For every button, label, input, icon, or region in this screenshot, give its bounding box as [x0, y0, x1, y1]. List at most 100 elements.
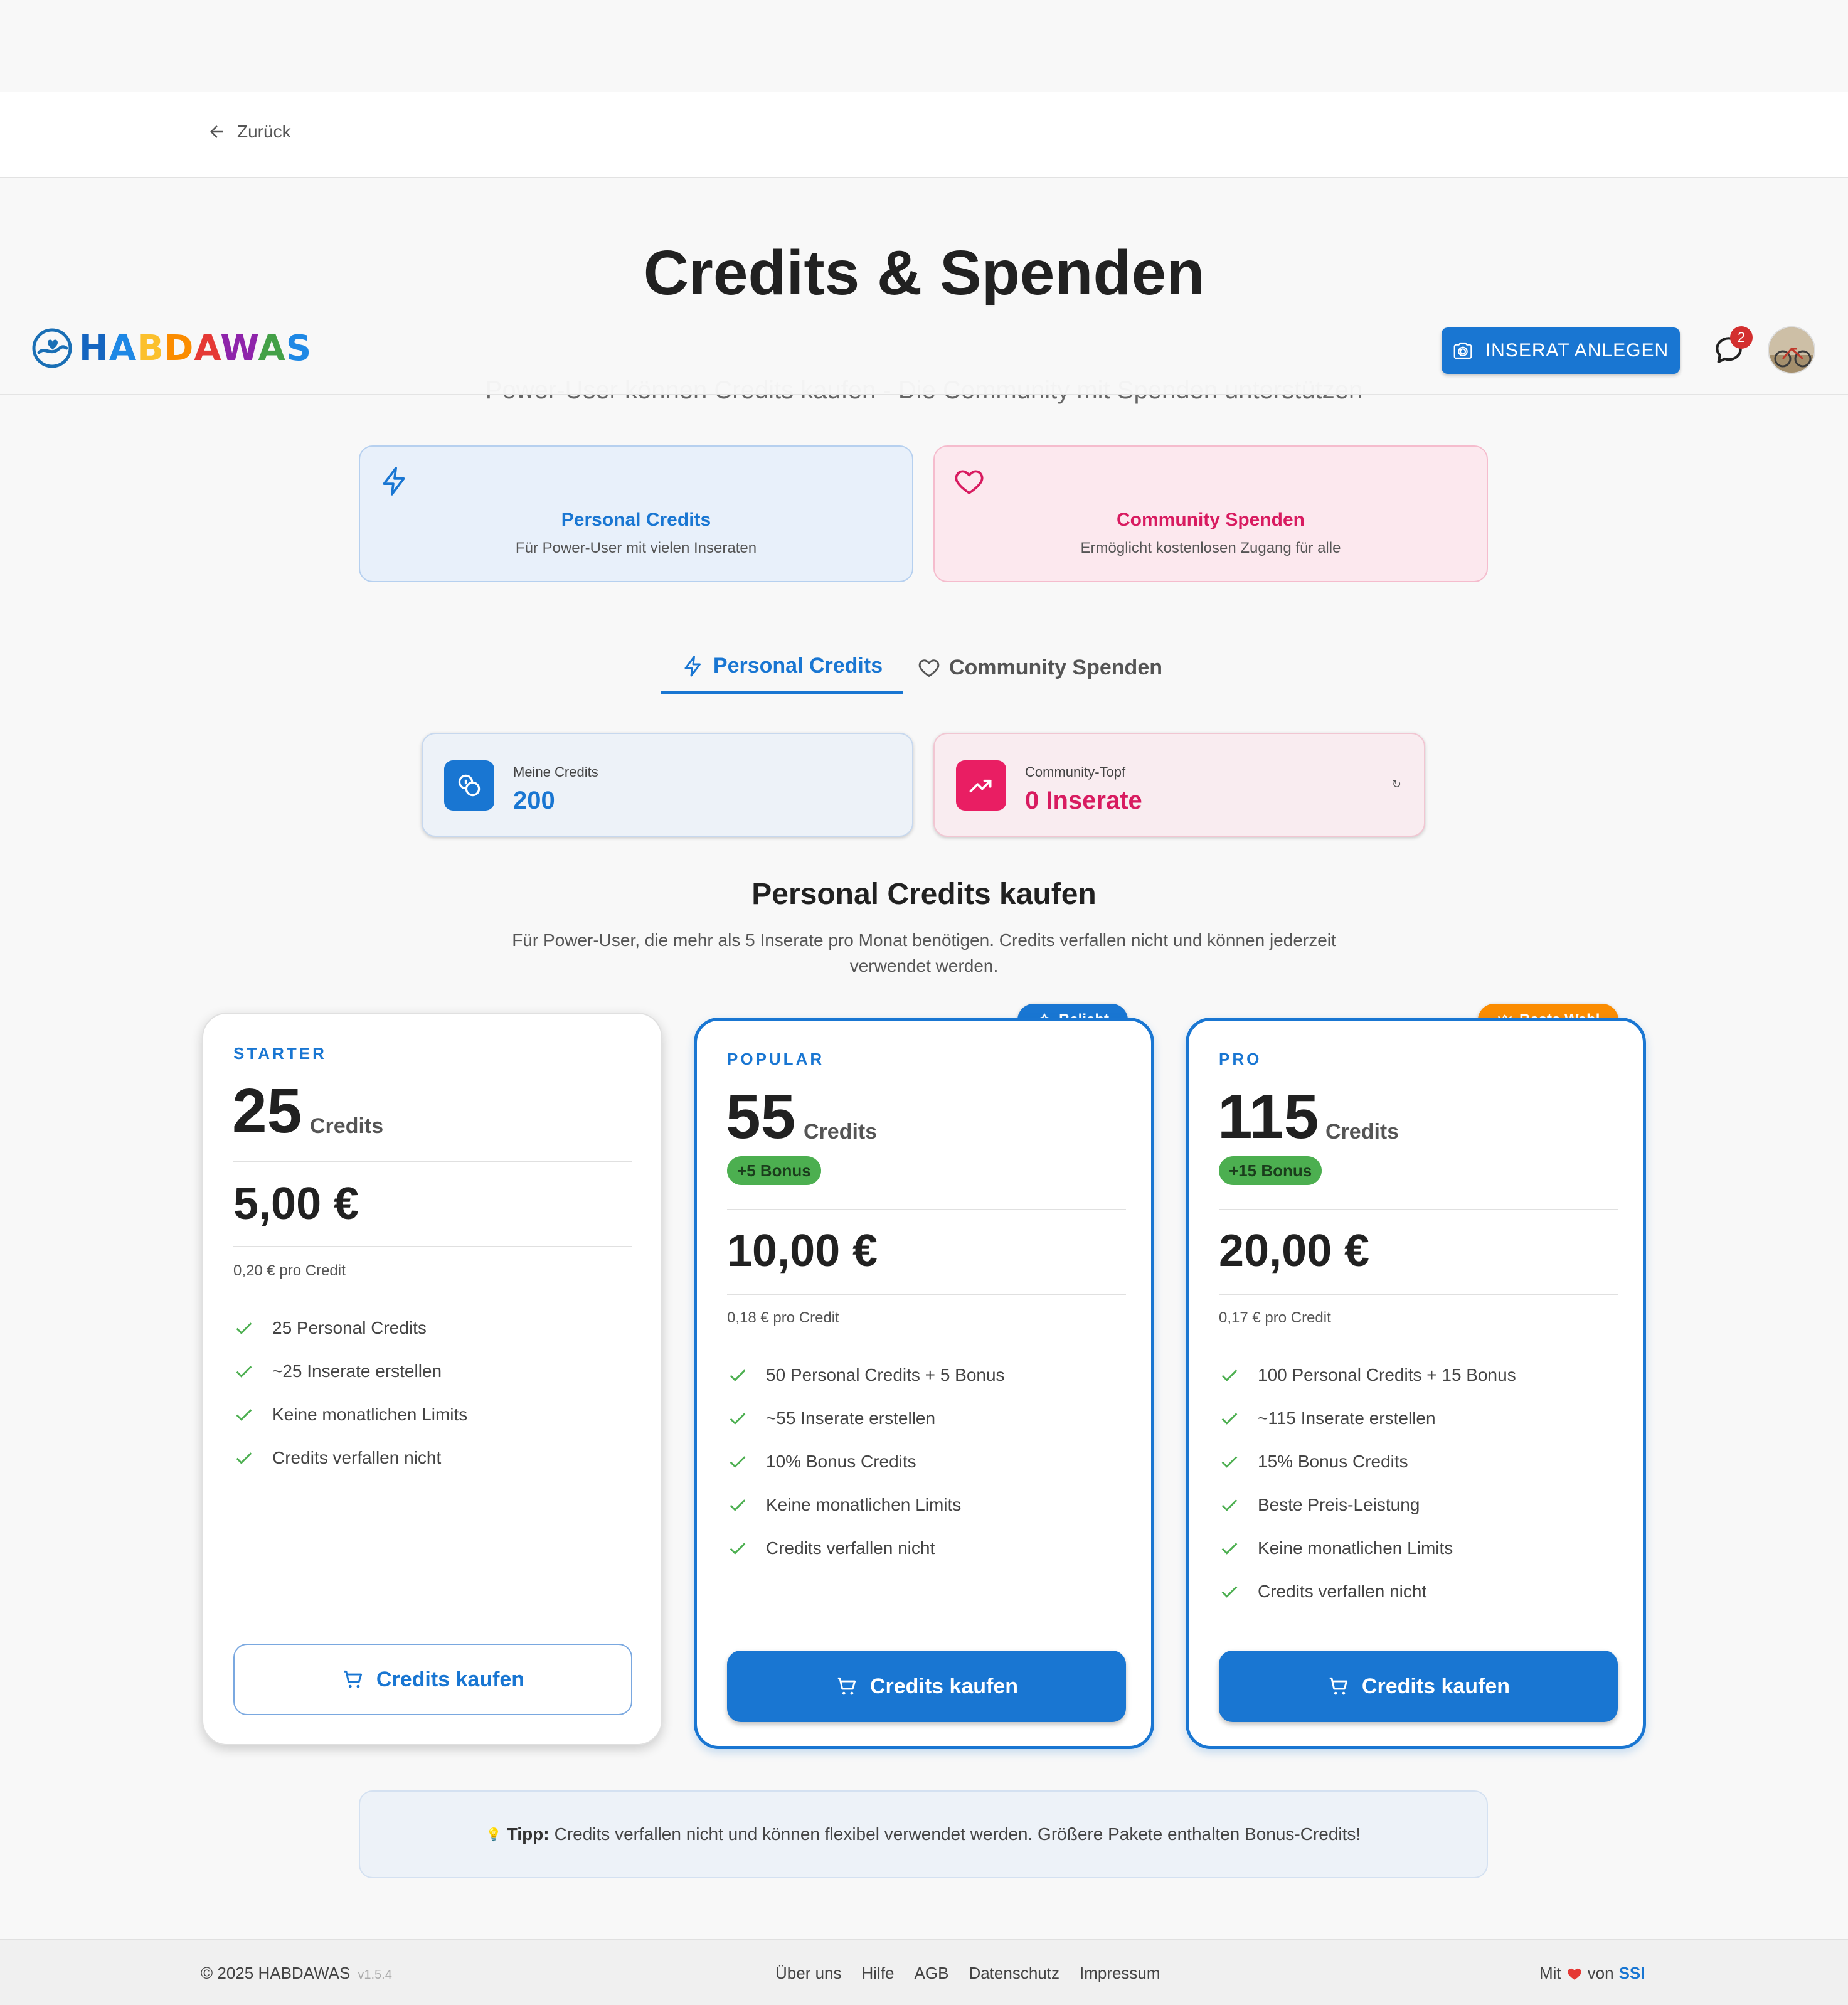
footer-link-about[interactable]: Über uns [775, 1964, 842, 1983]
buy-credits-button[interactable]: Credits kaufen [233, 1644, 632, 1715]
tab-label: Personal Credits [713, 654, 883, 678]
plan-tier: PRO [1219, 1050, 1262, 1068]
plan-features: 25 Personal Credits ~25 Inserate erstell… [233, 1306, 467, 1479]
coins-icon [444, 760, 494, 811]
tab-label: Community Spenden [948, 655, 1163, 679]
feature-item: 100 Personal Credits + 15 Bonus [1219, 1353, 1516, 1396]
bonus-badge: +5 Bonus [727, 1156, 821, 1185]
plan-features: 50 Personal Credits + 5 Bonus ~55 Insera… [727, 1353, 1005, 1570]
feature-item: 50 Personal Credits + 5 Bonus [727, 1353, 1005, 1396]
footer-link-help[interactable]: Hilfe [862, 1964, 895, 1983]
check-icon [1221, 1455, 1238, 1468]
section-description: Für Power-User, die mehr als 5 Inserate … [512, 930, 1336, 976]
back-label: Zurück [237, 122, 291, 141]
tab-community-donations[interactable]: Community Spenden [908, 641, 1172, 694]
check-icon [730, 1542, 746, 1555]
plan-card-starter: STARTER 25 Credits 5,00 € 0,20 € pro Cre… [202, 1013, 662, 1745]
footer-link-terms[interactable]: AGB [915, 1964, 949, 1983]
buy-credits-button[interactable]: Credits kaufen [727, 1651, 1126, 1722]
my-credits-card: Meine Credits 200 [422, 733, 913, 837]
avatar[interactable] [1768, 326, 1815, 374]
tab-personal-credits[interactable]: Personal Credits [661, 641, 903, 694]
plan-tier: POPULAR [727, 1050, 825, 1068]
plan-price: 5,00 € [233, 1179, 359, 1229]
create-listing-button[interactable]: INSERAT ANLEGEN [1442, 327, 1680, 374]
feature-item: Keine monatlichen Limits [1219, 1526, 1516, 1570]
community-donations-card[interactable]: Community Spenden Ermöglicht kostenlosen… [933, 445, 1488, 582]
personal-credits-card[interactable]: Personal Credits Für Power-User mit viel… [359, 445, 913, 582]
logo-hand-heart-icon [32, 328, 72, 368]
plan-card-pro: PRO 115 Credits +15 Bonus 20,00 € 0,17 €… [1186, 1018, 1646, 1749]
logo-text: HABDAWAS [79, 327, 312, 369]
back-link[interactable]: Zurück [207, 122, 291, 142]
bolt-icon [684, 656, 701, 676]
bolt-icon [383, 467, 405, 496]
create-listing-label: INSERAT ANLEGEN [1485, 340, 1669, 361]
arrow-left-icon [210, 125, 223, 138]
check-icon [236, 1322, 252, 1334]
tip-label: Tipp: [506, 1824, 550, 1844]
check-icon [236, 1365, 252, 1378]
feature-item: Credits verfallen nicht [233, 1436, 467, 1479]
trending-up-icon [956, 760, 1006, 811]
footer-links: Über uns Hilfe AGB Datenschutz Impressum [775, 1964, 1160, 1983]
my-credits-value: 200 [513, 787, 555, 814]
feature-item: ~25 Inserate erstellen [233, 1349, 467, 1393]
feature-item: ~115 Inserate erstellen [1219, 1396, 1516, 1440]
divider [1219, 1294, 1618, 1295]
personal-credits-desc: Für Power-User mit vielen Inseraten [515, 540, 757, 556]
chat-badge: 2 [1730, 326, 1753, 349]
plan-price: 10,00 € [727, 1226, 878, 1276]
check-icon [1221, 1369, 1238, 1381]
check-icon [730, 1455, 746, 1468]
tip-text: Credits verfallen nicht und können flexi… [554, 1824, 1361, 1844]
buy-label: Credits kaufen [869, 1674, 1019, 1698]
plan-unit: Credits [310, 1114, 384, 1138]
divider [727, 1209, 1126, 1210]
plan-unit: Credits [804, 1120, 878, 1144]
plan-price-per-credit: 0,20 € pro Credit [233, 1262, 346, 1279]
feature-item: Beste Preis-Leistung [1219, 1483, 1516, 1526]
feature-item: Credits verfallen nicht [1219, 1570, 1516, 1613]
feature-item: ~55 Inserate erstellen [727, 1396, 1005, 1440]
buy-credits-button[interactable]: Credits kaufen [1219, 1651, 1618, 1722]
check-icon [1221, 1499, 1238, 1511]
buy-label: Credits kaufen [376, 1667, 525, 1691]
page-title: Credits & Spenden [643, 238, 1205, 308]
plan-card-popular: POPULAR 55 Credits +5 Bonus 10,00 € 0,18… [694, 1018, 1154, 1749]
plan-price: 20,00 € [1219, 1226, 1370, 1276]
divider [1219, 1209, 1618, 1210]
personal-credits-title: Personal Credits [561, 509, 711, 530]
cart-icon [837, 1677, 856, 1695]
logo[interactable]: HABDAWAS [31, 327, 312, 369]
heart-icon [955, 470, 984, 494]
plan-price-per-credit: 0,18 € pro Credit [727, 1309, 839, 1326]
community-donations-title: Community Spenden [1116, 509, 1305, 530]
check-icon [236, 1452, 252, 1464]
community-pot-value: 0 Inserate [1025, 787, 1142, 814]
footer-link-privacy[interactable]: Datenschutz [969, 1964, 1059, 1983]
heart-icon [918, 659, 940, 677]
check-icon [730, 1499, 746, 1511]
footer-brand-link[interactable]: SSI [1619, 1964, 1645, 1983]
section-title: Personal Credits kaufen [751, 878, 1097, 911]
check-icon [730, 1412, 746, 1425]
plan-amount: 55 [726, 1082, 796, 1152]
check-icon [730, 1369, 746, 1381]
tip-box: 💡 Tipp: Credits verfallen nicht und könn… [359, 1790, 1488, 1878]
footer-link-imprint[interactable]: Impressum [1080, 1964, 1160, 1983]
heart-icon [1567, 1968, 1581, 1980]
check-icon [236, 1408, 252, 1421]
buy-label: Credits kaufen [1361, 1674, 1511, 1698]
feature-item: 10% Bonus Credits [727, 1440, 1005, 1483]
cart-icon [344, 1670, 362, 1688]
divider [727, 1294, 1126, 1295]
footer-made-with: Mit von SSI [1539, 1964, 1645, 1983]
plan-unit: Credits [1325, 1120, 1399, 1144]
feature-item: Keine monatlichen Limits [727, 1483, 1005, 1526]
divider [233, 1246, 632, 1247]
lightbulb-icon: 💡 [486, 1827, 502, 1842]
feature-item: 15% Bonus Credits [1219, 1440, 1516, 1483]
refresh-icon[interactable]: ↻ [1392, 778, 1401, 791]
community-donations-desc: Ermöglicht kostenlosen Zugang für alle [1080, 540, 1341, 556]
